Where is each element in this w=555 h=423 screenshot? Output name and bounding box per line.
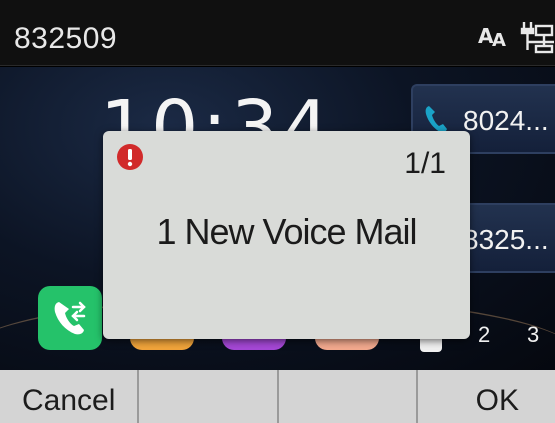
softkey-3[interactable] bbox=[279, 370, 418, 423]
page-indicator-2[interactable]: 2 bbox=[478, 322, 490, 348]
popup-message: 1 New Voice Mail bbox=[156, 211, 417, 252]
call-transfer-icon[interactable] bbox=[38, 286, 102, 350]
ok-softkey[interactable]: OK bbox=[418, 370, 555, 423]
account-title: 832509 bbox=[14, 22, 118, 55]
voicemail-popup[interactable]: 1/1 1 New Voice Mail bbox=[103, 131, 470, 339]
page-indicator-3[interactable]: 3 bbox=[527, 322, 539, 348]
popup-counter: 1/1 bbox=[404, 147, 446, 180]
line-key-label: 8325... bbox=[463, 224, 549, 255]
ok-label: OK bbox=[475, 384, 519, 417]
phone-icon bbox=[423, 104, 449, 134]
cancel-softkey[interactable]: Cancel bbox=[0, 370, 140, 423]
line-key-label: 8024... bbox=[463, 105, 549, 136]
softkey-bar: Cancel OK bbox=[0, 370, 555, 423]
alert-icon bbox=[116, 143, 144, 171]
softkey-2[interactable] bbox=[139, 370, 279, 423]
font-size-icon: AA bbox=[478, 24, 506, 51]
cancel-label: Cancel bbox=[22, 384, 116, 417]
status-bar: 832509 AA bbox=[0, 0, 555, 66]
network-icon bbox=[520, 20, 555, 54]
